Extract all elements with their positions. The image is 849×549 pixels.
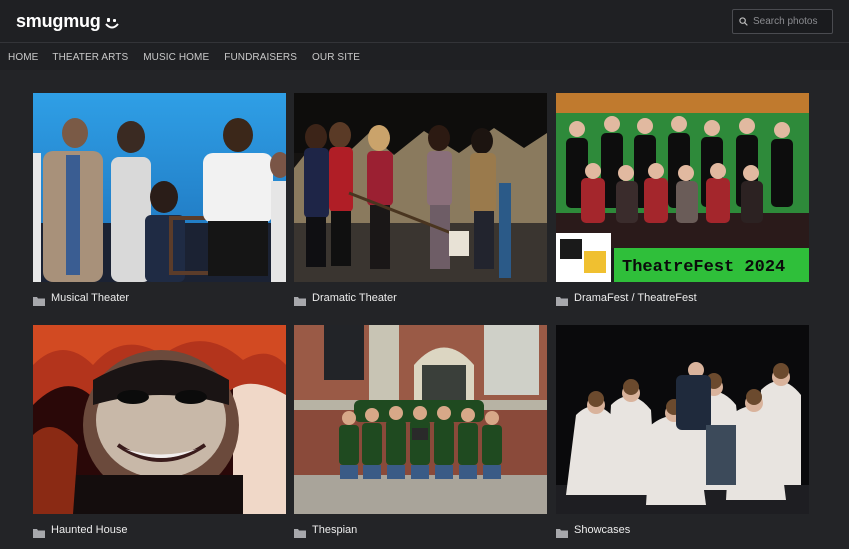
poster-text: TheatreFest 2024 [622,258,785,277]
gallery-caption[interactable]: Dramatic Theater [294,287,547,309]
gallery-thumbnail[interactable] [294,325,547,514]
gallery-title: Showcases [574,524,631,536]
folder-icon [556,525,568,538]
smile-icon [104,15,119,29]
gallery-title: Haunted House [51,524,128,536]
folder-icon [556,293,568,306]
search-icon [739,13,748,31]
gallery-title: Dramatic Theater [312,292,397,304]
gallery-title: Thespian [312,524,358,536]
gallery-caption[interactable]: Haunted House [33,519,286,541]
gallery-caption[interactable]: Musical Theater [33,287,286,309]
folder-icon [294,293,306,306]
gallery-caption[interactable]: Showcases [556,519,809,541]
folder-icon [33,525,45,538]
folder-icon [294,525,306,538]
top-bar: smugmug [0,0,849,43]
gallery-thumbnail[interactable] [33,93,286,282]
gallery-tile-dramatic-theater[interactable]: Dramatic Theater [294,93,547,309]
gallery-title: DramaFest / TheatreFest [574,292,697,304]
main-nav: HOME THEATER ARTS MUSIC HOME FUNDRAISERS… [0,44,849,70]
gallery-thumbnail[interactable] [556,325,809,514]
gallery-thumbnail[interactable] [33,325,286,514]
brand-name: smugmug [16,11,101,31]
gallery-caption[interactable]: DramaFest / TheatreFest [556,287,809,309]
gallery-thumbnail[interactable] [294,93,547,282]
search-box[interactable] [732,9,833,34]
gallery-tile-musical-theater[interactable]: Musical Theater [33,93,286,309]
gallery-thumbnail[interactable]: TheatreFest 2024 [556,93,809,282]
nav-fundraisers[interactable]: FUNDRAISERS [224,52,297,63]
gallery-title: Musical Theater [51,292,130,304]
smugmug-logo[interactable]: smugmug [16,11,119,32]
gallery-caption[interactable]: Thespian [294,519,547,541]
gallery-tile-haunted-house[interactable]: Haunted House [33,325,286,541]
nav-our-site[interactable]: OUR SITE [312,52,360,63]
gallery-tile-dramafest-theatrefest[interactable]: TheatreFest 2024 DramaFest / TheatreFest [556,93,809,309]
gallery-grid: Musical Theater Dramatic Theater Theatre… [0,70,849,549]
gallery-tile-thespian[interactable]: Thespian [294,325,547,541]
nav-theater-arts[interactable]: THEATER ARTS [52,52,128,63]
nav-music-home[interactable]: MUSIC HOME [143,52,209,63]
folder-icon [33,293,45,306]
nav-home[interactable]: HOME [8,52,38,63]
search-input[interactable] [753,16,833,27]
gallery-tile-showcases[interactable]: Showcases [556,325,809,541]
